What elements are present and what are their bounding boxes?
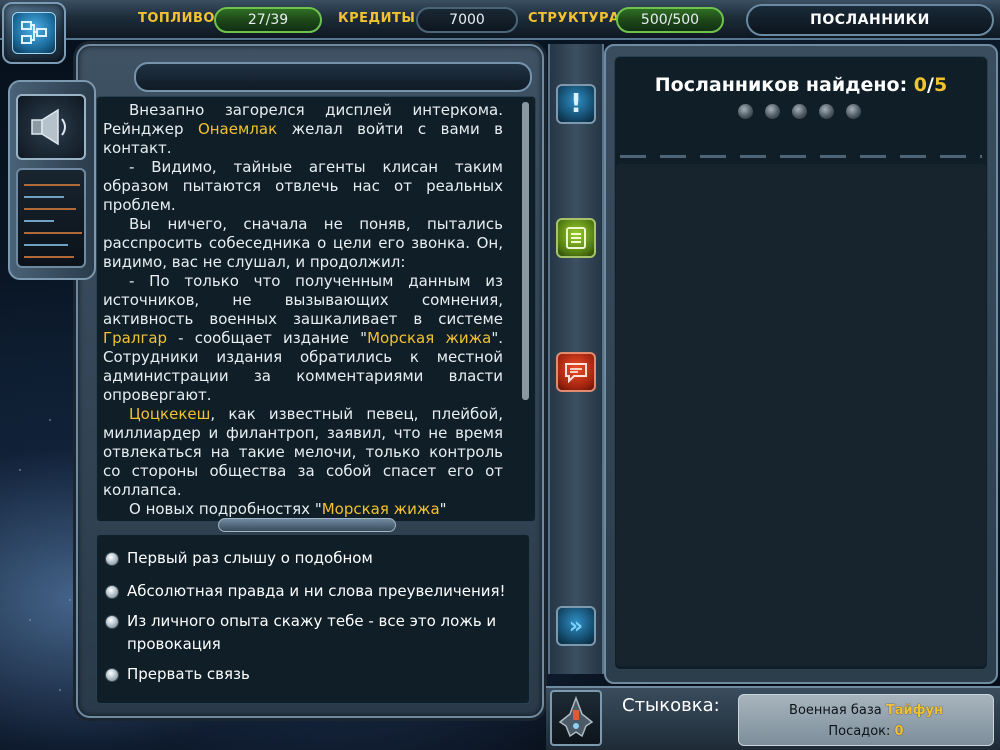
messages-button[interactable] (556, 352, 596, 392)
landings-count: 0 (894, 724, 904, 739)
story-paragraph: Внезапно загорелся дисплей интеркома. Ре… (103, 101, 504, 157)
fuel-label: ТОПЛИВО (138, 11, 215, 26)
story-scrollbar[interactable] (522, 102, 529, 400)
story-paragraph: Вы ничего, сначала не поняв, пытались ра… (103, 215, 503, 271)
structure-label: СТРУКТУРА (528, 11, 620, 26)
ship-button[interactable] (550, 690, 602, 746)
dock-base-line: Военная база Тайфун (789, 703, 943, 718)
envoy-dot (819, 104, 834, 119)
dock-landings-line: Посадок: 0 (828, 724, 904, 739)
celebrity-name: Цоцкекеш (129, 405, 211, 423)
exclamation-icon: ! (570, 89, 582, 119)
dock-label: Стыковка: (622, 695, 720, 716)
base-name: Тайфун (885, 703, 943, 718)
alerts-button[interactable]: ! (556, 84, 596, 124)
dock-info-panel: Военная база Тайфун Посадок: 0 (738, 694, 994, 746)
circuit-board-image (16, 168, 86, 268)
speaker-icon (16, 94, 86, 160)
radio-bullet-icon (105, 615, 119, 629)
screen-title: ПОСЛАННИКИ (746, 4, 994, 36)
envoy-dot (792, 104, 807, 119)
envoys-found-title: Посланников найдено: 0/5 (654, 74, 948, 96)
ship-icon (558, 696, 594, 738)
story-text-area[interactable]: Внезапно загорелся дисплей интеркома. Ре… (96, 96, 536, 522)
story-text: Внезапно загорелся дисплей интеркома. Ре… (103, 101, 503, 519)
answer-option-4[interactable]: Прервать связь (105, 663, 525, 686)
story-paragraph: О новых подробностях "Морская жижа" (129, 500, 447, 518)
answer-option-3[interactable]: Из личного опыта скажу тебе - все это ло… (105, 610, 525, 656)
top-status-bar: ТОПЛИВО 27/39 КРЕДИТЫ 7000 СТРУКТУРА 500… (0, 0, 1000, 40)
main-menu-button[interactable] (2, 2, 66, 64)
ranger-name: Онаемлак (197, 120, 278, 138)
log-button[interactable] (556, 218, 596, 258)
credits-label: КРЕДИТЫ (338, 11, 416, 26)
radio-bullet-icon (105, 668, 119, 682)
radio-bullet-icon (105, 552, 119, 566)
dialog-header-bar (134, 62, 532, 92)
envoys-found-count: 0 (913, 74, 928, 96)
newspaper-name: Морская жижа (321, 500, 440, 518)
envoy-dot (846, 104, 861, 119)
system-name: Гралгар (103, 329, 168, 347)
story-paragraph: Цоцкекеш, как известный певец, плейбой, … (103, 405, 503, 499)
story-paragraph: - По только что полученным данным из ист… (103, 272, 503, 404)
envoy-dot (765, 104, 780, 119)
answer-option-1[interactable]: Первый раз слышу о подобном (105, 547, 525, 570)
answer-option-2[interactable]: Абсолютная правда и ни слова преувеличен… (105, 580, 525, 603)
credits-value: 7000 (416, 7, 518, 33)
envoy-dot (738, 104, 753, 119)
envoy-progress-dots (738, 104, 861, 119)
radio-bullet-icon (105, 585, 119, 599)
answer-options: Первый раз слышу о подобном Абсолютная п… (96, 534, 530, 704)
panel-resize-handle[interactable] (218, 518, 396, 532)
double-chevron-right-icon: » (568, 613, 584, 639)
network-icon (12, 12, 56, 54)
list-icon (566, 227, 586, 249)
newspaper-name: Морская жижа (367, 329, 492, 347)
message-icon (565, 363, 587, 383)
story-paragraph: - Видимо, тайные агенты клисан таким обр… (103, 158, 503, 214)
dashed-divider (620, 155, 982, 158)
envoys-total: 5 (933, 74, 948, 96)
next-button[interactable]: » (556, 606, 596, 646)
envoys-list[interactable] (616, 164, 986, 666)
structure-value: 500/500 (616, 7, 724, 33)
fuel-value: 27/39 (214, 7, 322, 33)
